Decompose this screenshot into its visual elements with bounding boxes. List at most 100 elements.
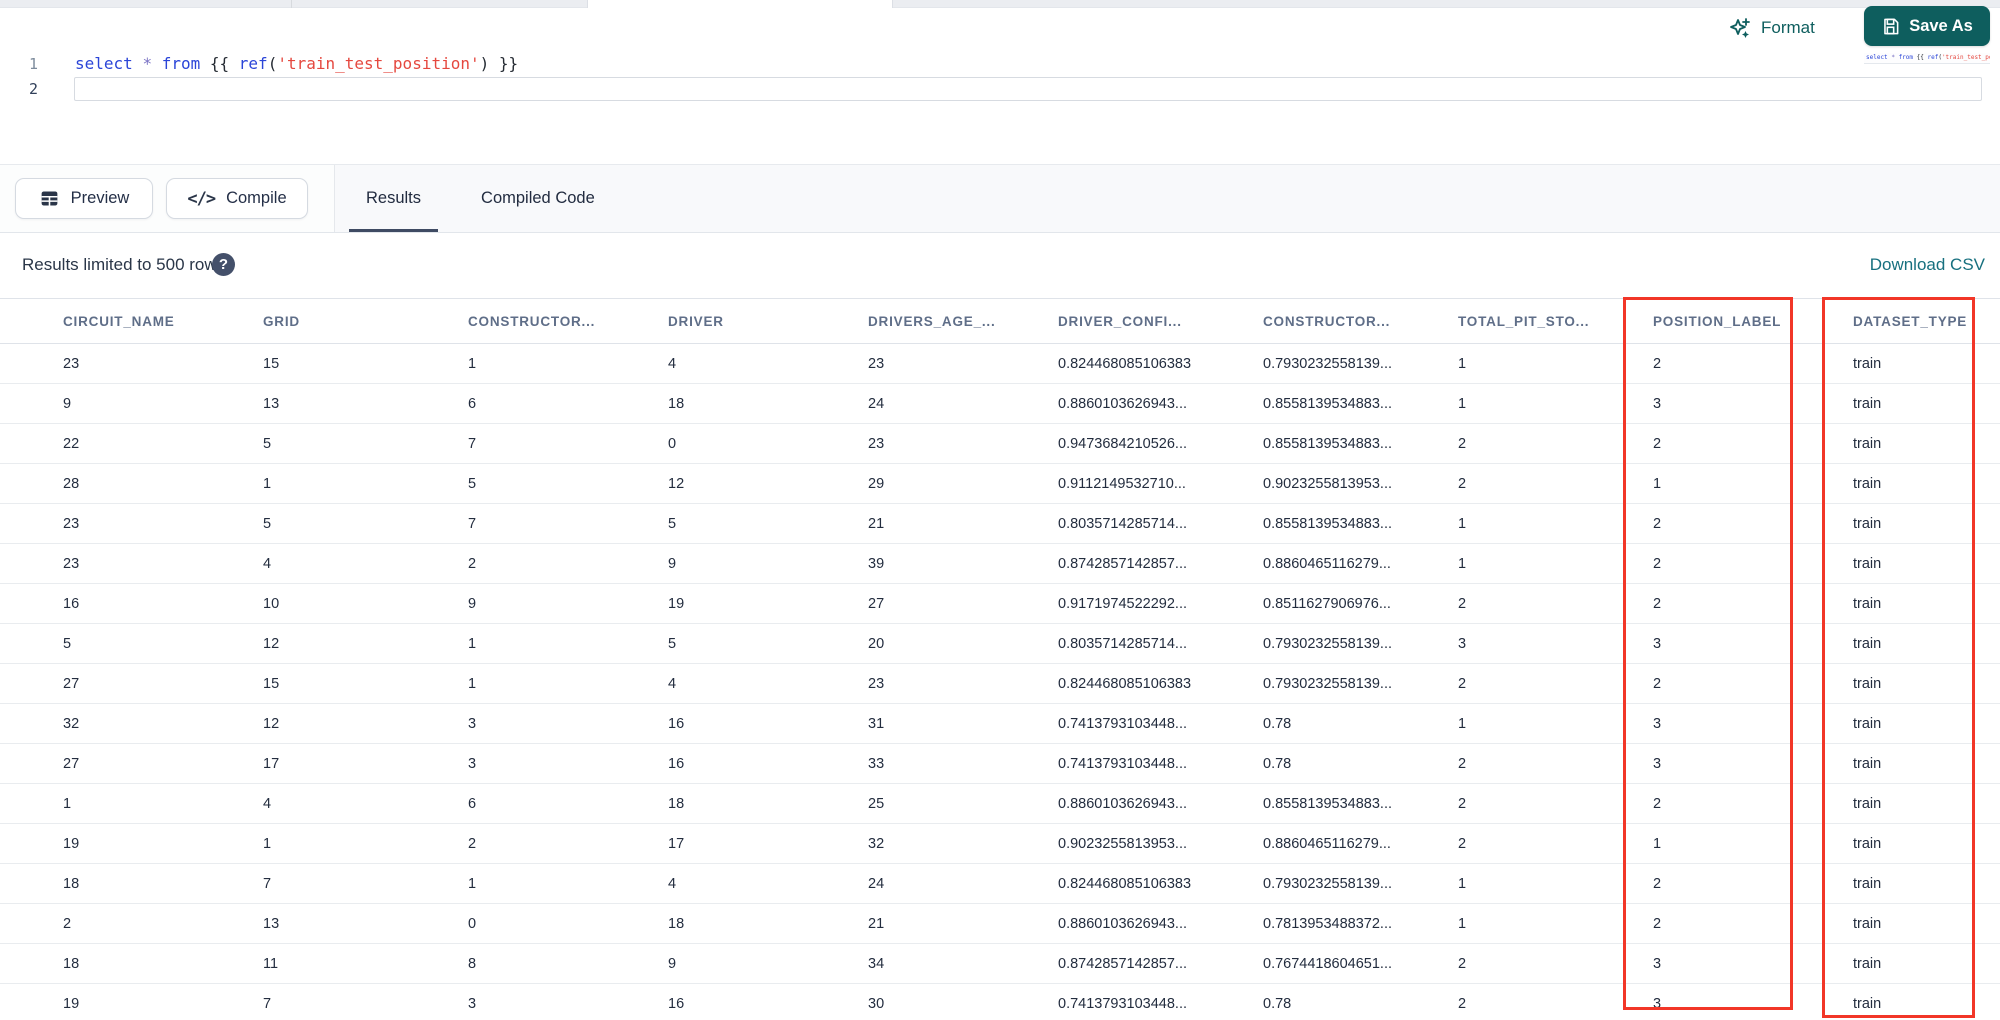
table-cell: 2 — [1640, 903, 1840, 944]
help-icon[interactable]: ? — [212, 253, 235, 276]
table-cell: 2 — [455, 543, 655, 584]
code-token-plain: ( — [267, 54, 278, 73]
table-cell: 5 — [655, 503, 855, 544]
table-cell: 0.78 — [1250, 983, 1445, 1020]
table-cell: train — [1840, 863, 2000, 904]
tab-results[interactable]: Results — [349, 165, 439, 232]
table-row: 1 4 6 18 25 0.8860103626943... 0.8558139534883… — [0, 783, 2000, 824]
table-cell: 0.78 — [1250, 743, 1445, 784]
table-cell: 2 — [1640, 343, 1840, 384]
table-cell: 9 — [455, 583, 655, 624]
table-row: 18 11 8 9 34 0.8742857142857... 0.767441860465… — [0, 943, 2000, 984]
table-cell: 0.8035714285714... — [1045, 503, 1250, 544]
results-grid: CIRCUIT_NAME GRID CONSTRUCTOR... DRIVER DRIV… — [0, 298, 2000, 1020]
table-cell: 2 — [1640, 503, 1840, 544]
table-cell: 0.7930232558139... — [1250, 623, 1445, 664]
table-cell: 3 — [455, 983, 655, 1020]
column-header: CONSTRUCTOR... — [455, 298, 655, 344]
table-cell: 2 — [1640, 863, 1840, 904]
table-cell: 1 — [250, 463, 455, 504]
table-cell: 5 — [250, 503, 455, 544]
format-button[interactable]: Format — [1728, 10, 1815, 46]
table-cell: 7 — [250, 863, 455, 904]
table-cell: 12 — [655, 463, 855, 504]
tab-label: Results — [366, 189, 422, 207]
compile-button[interactable]: </> Compile — [166, 178, 308, 219]
preview-button[interactable]: Preview — [15, 178, 153, 219]
table-cell: 1 — [1445, 543, 1640, 584]
column-header: DRIVERS_AGE_... — [855, 298, 1045, 344]
table-cell: 16 — [655, 743, 855, 784]
table-cell: 15 — [250, 343, 455, 384]
table-icon — [41, 191, 58, 206]
table-cell: 1 — [455, 623, 655, 664]
save-icon — [1884, 18, 1899, 34]
compile-label: Compile — [226, 189, 287, 207]
table-cell: 0.8558139534883... — [1250, 423, 1445, 464]
table-cell: 23 — [855, 663, 1045, 704]
table-cell: 19 — [655, 583, 855, 624]
result-tabs: Results Compiled Code — [349, 165, 612, 232]
table-cell: train — [1840, 903, 2000, 944]
table-cell: 0.8860465116279... — [1250, 823, 1445, 864]
save-as-button[interactable]: Save As — [1864, 6, 1990, 46]
table-cell: 1 — [1445, 703, 1640, 744]
action-band: Preview </> Compile Results Compiled Code — [0, 164, 2000, 233]
code-token-plain: {{ — [1913, 54, 1928, 61]
line-number-2: 2 — [28, 80, 38, 98]
table-cell: 30 — [855, 983, 1045, 1020]
table-cell: 4 — [655, 663, 855, 704]
tab-compiled-code[interactable]: Compiled Code — [464, 165, 612, 232]
table-row: 23 15 1 4 23 0.824468085106383 0.7930232558139… — [0, 343, 2000, 384]
row-limit-note: Results limited to 500 rows. — [22, 255, 230, 274]
table-cell: 0 — [455, 903, 655, 944]
table-cell: 1 — [250, 823, 455, 864]
table-cell: train — [1840, 343, 2000, 384]
table-cell: 27 — [0, 663, 250, 704]
table-cell: 8 — [455, 943, 655, 984]
table-cell: 0.78 — [1250, 703, 1445, 744]
table-cell: 1 — [1445, 343, 1640, 384]
table-cell: 6 — [455, 383, 655, 424]
table-cell: 2 — [1640, 583, 1840, 624]
preview-label: Preview — [70, 189, 130, 207]
table-cell: 3 — [1445, 623, 1640, 664]
table-cell: 2 — [455, 823, 655, 864]
table-cell: 6 — [455, 783, 655, 824]
table-row: 28 1 5 12 29 0.9112149532710... 0.902325581395… — [0, 463, 2000, 504]
table-cell: 3 — [1640, 623, 1840, 664]
download-csv-link[interactable]: Download CSV — [1870, 255, 1985, 275]
table-cell: 0.7930232558139... — [1250, 863, 1445, 904]
column-header: CIRCUIT_NAME — [0, 298, 250, 344]
table-cell: 0.8558139534883... — [1250, 503, 1445, 544]
table-cell: 0.7413793103448... — [1045, 743, 1250, 784]
table-cell: 4 — [250, 783, 455, 824]
code-token-plain: ) }} — [479, 54, 519, 73]
table-cell: train — [1840, 743, 2000, 784]
table-cell: 0.8558139534883... — [1250, 783, 1445, 824]
code-token-keyword: select — [1866, 54, 1888, 61]
active-tab-underline — [349, 229, 439, 232]
table-cell: train — [1840, 423, 2000, 464]
table-cell: 11 — [250, 943, 455, 984]
table-cell: 24 — [855, 383, 1045, 424]
grid-header-row: CIRCUIT_NAME GRID CONSTRUCTOR... DRIVER DRIV… — [0, 298, 2000, 344]
table-cell: 0.8511627906976... — [1250, 583, 1445, 624]
table-row: 23 4 2 9 39 0.8742857142857... 0.8860465116279… — [0, 543, 2000, 584]
active-file-tab[interactable] — [587, 0, 893, 8]
table-cell: train — [1840, 623, 2000, 664]
table-row: 27 15 1 4 23 0.824468085106383 0.7930232558139… — [0, 663, 2000, 704]
table-cell: 1 — [1445, 503, 1640, 544]
table-cell: 1 — [1640, 463, 1840, 504]
code-token-keyword: select — [75, 54, 133, 73]
table-cell: 18 — [0, 943, 250, 984]
table-cell: train — [1840, 983, 2000, 1020]
cursor-line-box[interactable] — [74, 77, 1982, 101]
table-cell: 2 — [1445, 743, 1640, 784]
table-cell: 28 — [0, 463, 250, 504]
table-cell: 0.8860103626943... — [1045, 903, 1250, 944]
sql-code-line[interactable]: select * from {{ ref('train_test_positio… — [75, 53, 518, 75]
table-cell: 3 — [455, 703, 655, 744]
table-cell: 2 — [1445, 583, 1640, 624]
